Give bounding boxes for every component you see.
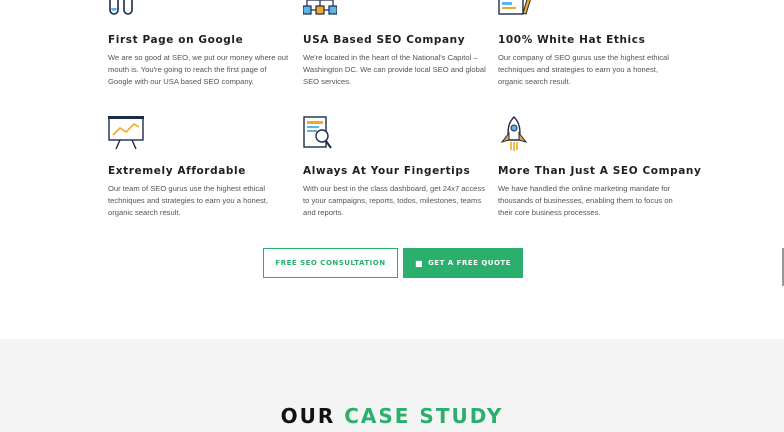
button-label: FREE SEO CONSULTATION bbox=[275, 259, 386, 267]
case-study-heading: OUR CASE STUDY bbox=[0, 404, 784, 428]
document-search-icon bbox=[303, 116, 332, 149]
feature-text: We're located in the heart of the Nation… bbox=[303, 53, 486, 86]
feature-title: Extremely Affordable bbox=[108, 165, 246, 177]
feature-text: Our team of SEO gurus use the highest et… bbox=[108, 184, 268, 217]
chat-bubble-icon: ■ bbox=[415, 258, 424, 268]
feature-title: More Than Just A SEO Company bbox=[498, 165, 702, 177]
window-pencil-icon bbox=[498, 0, 531, 15]
free-seo-consultation-button[interactable]: FREE SEO CONSULTATION bbox=[263, 248, 398, 278]
get-free-quote-button[interactable]: ■ GET A FREE QUOTE bbox=[403, 248, 523, 278]
case-study-accent: CASE STUDY bbox=[344, 404, 504, 428]
feature-title: 100% White Hat Ethics bbox=[498, 34, 646, 46]
feature-title: USA Based SEO Company bbox=[303, 34, 466, 46]
presentation-chart-icon bbox=[108, 116, 144, 150]
feature-text: Our company of SEO gurus use the highest… bbox=[498, 53, 669, 86]
button-label: GET A FREE QUOTE bbox=[428, 259, 511, 267]
rocket-icon bbox=[500, 116, 528, 151]
feature-title: Always At Your Fingertips bbox=[303, 165, 471, 177]
feature-title: First Page on Google bbox=[108, 34, 244, 46]
feature-text: We have handled the online marketing man… bbox=[498, 184, 673, 217]
network-flow-icon bbox=[303, 0, 337, 15]
case-study-word: OUR bbox=[280, 404, 336, 428]
feature-text: We are so good at SEO, we put our money … bbox=[108, 53, 289, 86]
test-tubes-icon bbox=[109, 0, 133, 15]
feature-text: With our best in the class dashboard, ge… bbox=[303, 184, 485, 217]
